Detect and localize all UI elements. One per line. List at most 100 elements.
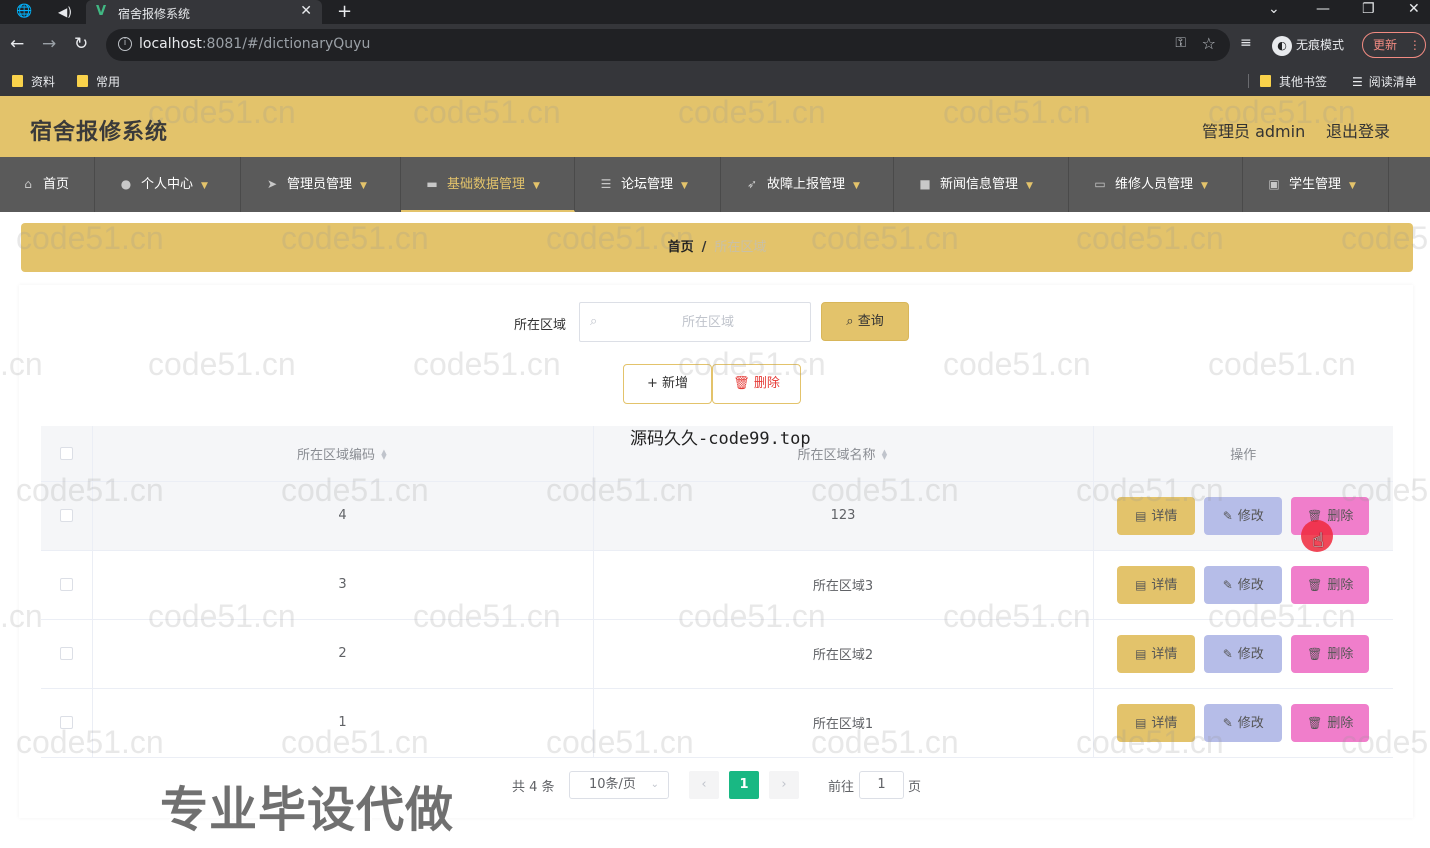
add-label: 新增 bbox=[662, 376, 689, 391]
bookmark-folder-ziliao[interactable]: 资料 bbox=[12, 73, 55, 90]
menu-item-forum[interactable]: ☰ 论坛管理 ▼ bbox=[575, 157, 721, 212]
laptop-icon: ▭ bbox=[1094, 177, 1106, 191]
cell-code: 2 bbox=[92, 619, 594, 689]
speaker-icon[interactable]: ◀) bbox=[58, 3, 72, 21]
incognito-indicator[interactable]: ◐ 无痕模式 bbox=[1268, 31, 1350, 59]
reading-list-icon: ☰ bbox=[1352, 75, 1363, 89]
table-row: 3 所在区域3 ▤ 详情 ✎ 修改 🗑 删除 bbox=[41, 550, 1393, 620]
delete-button[interactable]: 🗑 删除 bbox=[1291, 634, 1370, 673]
edit-button[interactable]: ✎ 修改 bbox=[1204, 703, 1283, 742]
site-info-icon[interactable]: i bbox=[118, 37, 132, 51]
bulk-delete-button[interactable]: 🗑 删除 bbox=[712, 364, 801, 404]
user-icon: ● bbox=[120, 177, 132, 191]
key-icon[interactable]: ⚿ bbox=[1175, 35, 1186, 51]
sort-icon[interactable]: ▲ ▼ bbox=[881, 449, 889, 461]
reload-button[interactable]: ↻ bbox=[74, 34, 88, 54]
tab-search-icon[interactable]: ⌄ bbox=[1268, 1, 1280, 17]
pencil-icon: ✎ bbox=[1222, 646, 1233, 661]
edit-button[interactable]: ✎ 修改 bbox=[1204, 634, 1283, 673]
bookmark-other[interactable]: 其他书签 bbox=[1260, 73, 1327, 90]
menu-item-basic-data[interactable]: ▬ 基础数据管理 ▼ bbox=[401, 157, 575, 212]
delete-button[interactable]: 🗑 删除 bbox=[1291, 703, 1370, 742]
url-path: :8081/#/dictionaryQuyu bbox=[201, 36, 371, 52]
row-checkbox[interactable] bbox=[59, 509, 73, 522]
next-page-button[interactable]: › bbox=[769, 771, 799, 799]
detail-button[interactable]: ▤ 详情 bbox=[1117, 565, 1196, 604]
row-select-cell bbox=[41, 619, 93, 689]
back-button[interactable]: ← bbox=[10, 34, 24, 54]
row-checkbox[interactable] bbox=[59, 578, 73, 591]
edit-label: 修改 bbox=[1237, 646, 1264, 662]
bookmark-label: 资料 bbox=[31, 75, 56, 89]
column-header-code[interactable]: 所在区域编码 ▲ ▼ bbox=[92, 426, 594, 482]
forward-button[interactable]: → bbox=[42, 34, 56, 54]
cell-name: 所在区域1 bbox=[593, 688, 1094, 758]
search-input[interactable] bbox=[608, 304, 808, 340]
menu-item-news[interactable]: ■ 新闻信息管理 ▼ bbox=[894, 157, 1069, 212]
detail-button[interactable]: ▤ 详情 bbox=[1117, 634, 1196, 673]
add-button[interactable]: + 新增 bbox=[623, 364, 712, 404]
edit-button[interactable]: ✎ 修改 bbox=[1204, 496, 1283, 535]
goto-label: 前往 bbox=[828, 780, 855, 795]
menu-item-repair-staff[interactable]: ▭ 维修人员管理 ▼ bbox=[1069, 157, 1243, 212]
sort-icon[interactable]: ▲ ▼ bbox=[380, 449, 388, 461]
page-size-select[interactable]: 10条/页 ⌄ bbox=[569, 771, 669, 799]
camera-icon: ■ bbox=[919, 177, 931, 191]
row-checkbox[interactable] bbox=[59, 647, 73, 660]
update-button[interactable]: 更新 ⋮ bbox=[1362, 32, 1426, 58]
source-watermark-text: 源码久久-code99.top bbox=[630, 429, 811, 449]
restore-button[interactable]: ❐ bbox=[1362, 1, 1375, 17]
globe-icon: 🌐 bbox=[16, 4, 33, 19]
column-label: 操作 bbox=[1230, 447, 1257, 463]
chevron-down-icon: ▼ bbox=[201, 181, 208, 191]
search-field[interactable]: ⌕ bbox=[579, 302, 811, 342]
breadcrumb-home[interactable]: 首页 bbox=[668, 240, 694, 255]
menu-label: 故障上报管理 bbox=[767, 177, 846, 192]
detail-button[interactable]: ▤ 详情 bbox=[1117, 703, 1196, 742]
close-tab-icon[interactable]: ✕ bbox=[300, 3, 312, 19]
document-icon: ▤ bbox=[1135, 646, 1147, 661]
bulk-delete-label: 删除 bbox=[753, 376, 780, 391]
cell-code: 4 bbox=[92, 481, 594, 551]
detail-label: 详情 bbox=[1151, 577, 1178, 593]
prev-page-button[interactable]: ‹ bbox=[689, 771, 719, 799]
sliders-icon: ☰ bbox=[600, 177, 612, 191]
bookmark-folder-changyong[interactable]: 常用 bbox=[77, 73, 120, 90]
data-table: 所在区域编码 ▲ ▼ 所在区域名称 ▲ ▼ 操作 4 123 ▤ 详情 ✎ 修改 🗑 删除 3… bbox=[41, 426, 1393, 758]
document-icon: ▤ bbox=[1135, 508, 1147, 523]
cell-name: 123 bbox=[593, 481, 1094, 551]
bookmark-star-icon[interactable]: ☆ bbox=[1202, 34, 1216, 53]
menu-item-fault-report[interactable]: ➶ 故障上报管理 ▼ bbox=[721, 157, 894, 212]
logout-link[interactable]: 退出登录 bbox=[1326, 118, 1390, 142]
breadcrumb-separator: / bbox=[701, 240, 707, 255]
pagination-total: 共 4 条 bbox=[512, 780, 555, 795]
incognito-icon: ◐ bbox=[1272, 35, 1292, 56]
bookmark-reading-list[interactable]: ☰ 阅读清单 bbox=[1352, 73, 1417, 90]
query-label: 查询 bbox=[857, 314, 884, 329]
new-tab-button[interactable]: + bbox=[337, 1, 352, 22]
detail-button[interactable]: ▤ 详情 bbox=[1117, 496, 1196, 535]
cell-code: 3 bbox=[92, 550, 594, 620]
delete-button[interactable]: 🗑 删除 bbox=[1291, 565, 1370, 604]
address-bar[interactable]: i localhost:8081/#/dictionaryQuyu ⚿ ☆ bbox=[106, 29, 1230, 61]
row-checkbox[interactable] bbox=[59, 716, 73, 729]
top-menu: ⌂ 首页 ● 个人中心 ▼ ➤ 管理员管理 ▼ ▬ 基础数据管理 ▼ ☰ 论坛管理 ▼ ➶ 故障上报… bbox=[0, 157, 1430, 212]
edit-button[interactable]: ✎ 修改 bbox=[1204, 565, 1283, 604]
page-number-current[interactable]: 1 bbox=[729, 771, 759, 799]
menu-item-home[interactable]: ⌂ 首页 bbox=[0, 157, 95, 212]
search-label: 所在区域 bbox=[514, 318, 567, 333]
goto-page-input[interactable]: 1 bbox=[859, 771, 904, 799]
menu-item-admin[interactable]: ➤ 管理员管理 ▼ bbox=[241, 157, 401, 212]
table-row: 4 123 ▤ 详情 ✎ 修改 🗑 删除 bbox=[41, 481, 1393, 551]
reading-list-icon[interactable]: ≡ bbox=[1240, 35, 1252, 51]
app-title: 宿舍报修系统 bbox=[30, 120, 169, 145]
minimize-button[interactable]: — bbox=[1316, 1, 1330, 17]
menu-item-personal[interactable]: ● 个人中心 ▼ bbox=[95, 157, 241, 212]
browser-tab[interactable]: V 宿舍报修系统 ✕ bbox=[86, 0, 322, 24]
select-all-checkbox[interactable] bbox=[59, 446, 73, 460]
query-button[interactable]: ⌕ 查询 bbox=[821, 302, 909, 341]
close-window-button[interactable]: ✕ bbox=[1408, 1, 1420, 17]
menu-item-students[interactable]: ▣ 学生管理 ▼ bbox=[1243, 157, 1389, 212]
trash-icon: 🗑 bbox=[1307, 646, 1323, 661]
pencil-icon: ✎ bbox=[1222, 715, 1233, 730]
